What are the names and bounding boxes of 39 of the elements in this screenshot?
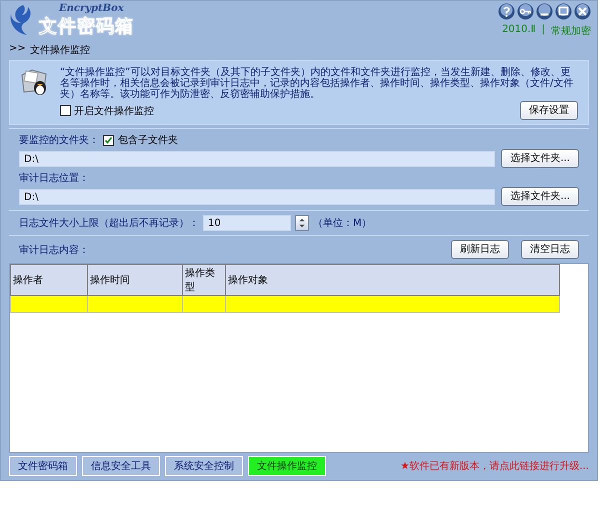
nav-tab[interactable]: 信息安全工具 (82, 456, 160, 476)
help-button[interactable] (498, 3, 515, 20)
checkbox-label: 开启文件操作监控 (74, 104, 154, 118)
checkbox-label: 包含子文件夹 (118, 134, 178, 147)
breadcrumb-label: 文件操作监控 (30, 44, 90, 57)
unit-label: （单位：M） (313, 216, 372, 230)
field-label: 审计日志位置： (19, 172, 89, 185)
choose-folder-button[interactable]: 选择文件夹... (501, 149, 579, 168)
logo-subtitle: EncryptBox (59, 3, 125, 14)
checkbox[interactable] (103, 134, 114, 146)
size-limit-field[interactable]: 10 (203, 215, 291, 231)
column-header[interactable]: 操作时间 (88, 264, 182, 296)
column-header[interactable]: 操作者 (10, 264, 88, 296)
spinner-arrows-icon[interactable] (295, 215, 309, 231)
close-button[interactable] (574, 3, 591, 20)
logo-title: 文件密码箱 (39, 15, 134, 38)
separator-text: | (542, 24, 545, 37)
version-label: 2010.Ⅱ (502, 24, 536, 37)
column-header[interactable]: 操作对象 (226, 264, 560, 296)
field-label: 日志文件大小上限（超出后不再记录）： (19, 216, 199, 230)
nav-tab[interactable]: 文件密码箱 (9, 456, 77, 476)
edition-label: 常规加密 (551, 24, 591, 38)
log-path-field[interactable]: D:\ (19, 188, 496, 204)
minimize-button[interactable] (536, 3, 553, 20)
checkbox[interactable] (60, 105, 71, 116)
section-label: 审计日志内容： (19, 244, 89, 256)
folder-path-field[interactable]: D:\ (19, 150, 496, 166)
column-header[interactable]: 操作类型 (182, 264, 226, 296)
description-text: “文件操作监控”可以对目标文件夹（及其下的子文件夹）内的文件和文件夹进行监控，当发生新建、删除、修改、更名等操作时，相关信息会被记录到审计日志中，记录的内容包括操作者、操作时间、操作类型、操作对象（文件/文件夹）名称等。该功能可作为防泄密、反窃密辅助保护措施。 (60, 67, 574, 100)
key-button[interactable] (517, 3, 534, 20)
nav-tab[interactable]: 系统安全控制 (165, 456, 243, 476)
refresh-log-button[interactable]: 刷新日志 (451, 240, 509, 259)
breadcrumb-marker: >> (9, 43, 26, 56)
clear-log-button[interactable]: 清空日志 (521, 240, 579, 259)
field-label: 要监控的文件夹： (19, 134, 99, 147)
nav-tab[interactable]: 文件操作监控 (248, 456, 326, 476)
save-settings-button[interactable]: 保存设置 (520, 101, 578, 120)
maximize-button[interactable] (555, 3, 572, 20)
choose-folder-button[interactable]: 选择文件夹... (501, 187, 579, 206)
